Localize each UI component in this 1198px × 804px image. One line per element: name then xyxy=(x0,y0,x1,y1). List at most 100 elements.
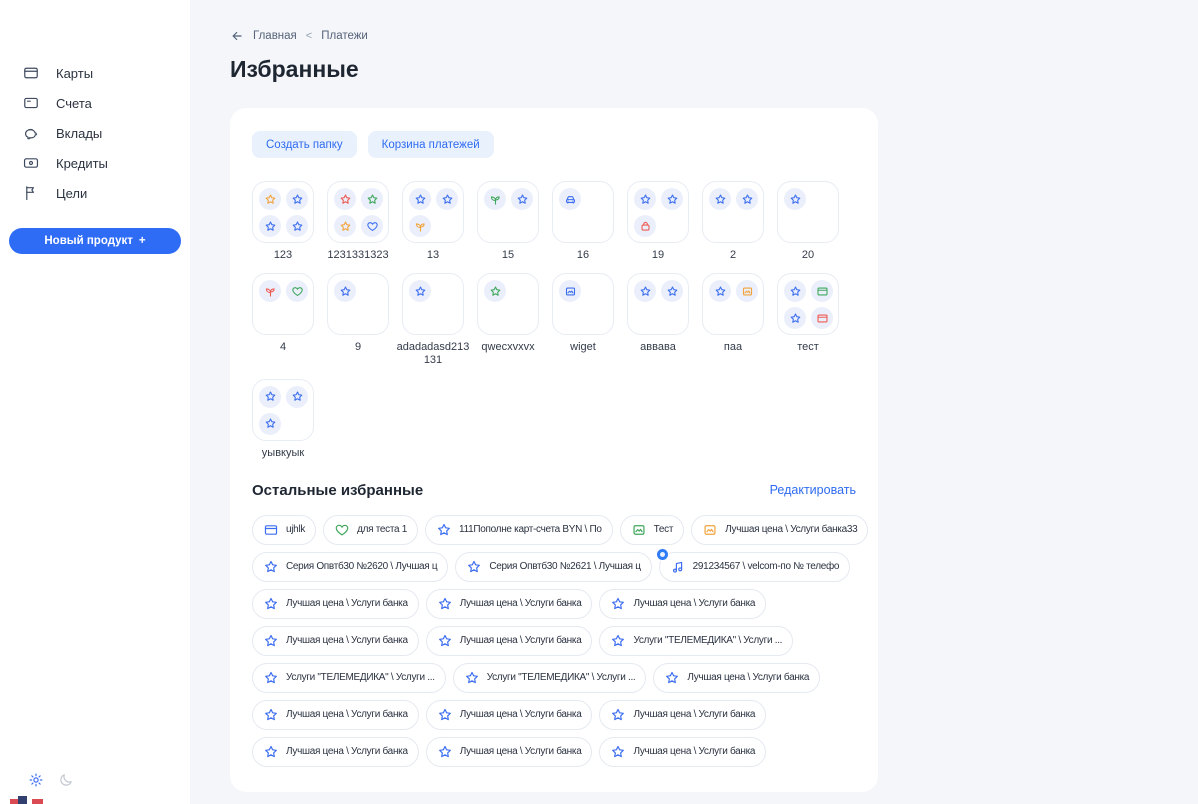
star-icon xyxy=(409,280,431,303)
favorite-label: Лучшая цена \ Услуги банка xyxy=(459,598,582,610)
folder-tile[interactable] xyxy=(477,273,539,336)
favorite-chip[interactable]: Серия Опвтб30 №2621 \ Лучшая ц xyxy=(455,551,652,582)
folder-tile[interactable] xyxy=(477,181,539,243)
folder-cell: 1231331323 xyxy=(327,181,402,262)
folder-name: 4 xyxy=(279,341,287,354)
favorite-label: Лучшая цена \ Услуги банка xyxy=(286,598,408,610)
folder-tile[interactable] xyxy=(777,273,839,336)
favorite-chip[interactable]: Тест xyxy=(619,514,685,545)
partial-logo xyxy=(8,795,50,804)
favorite-chip[interactable]: Лучшая цена \ Услуги банка xyxy=(425,699,593,730)
favorite-label: 291234567 \ velcom-по № телефо xyxy=(692,561,840,573)
favorite-chip[interactable]: Услуги "ТЕЛЕМЕДИКА" \ Услуги ... xyxy=(599,625,794,656)
favorite-label: 111Пополне карт-счета BYN \ По xyxy=(459,524,602,536)
sidebar-item-credits[interactable]: Кредиты xyxy=(0,148,190,178)
star-icon xyxy=(263,633,279,649)
favorite-label: Услуги "ТЕЛЕМЕДИКА" \ Услуги ... xyxy=(633,635,783,647)
folder-tile[interactable] xyxy=(252,273,314,336)
favorite-chip[interactable]: Лучшая цена \ Услуги банка xyxy=(425,625,593,656)
folder-cell: 4 xyxy=(252,273,327,367)
folder-tile[interactable] xyxy=(702,181,764,243)
favorite-chip[interactable]: Лучшая цена \ Услуги банка xyxy=(599,588,767,619)
favorite-chip[interactable]: Лучшая цена \ Услуги банка xyxy=(252,699,419,730)
main-content: Главная < Платежи Избранные Создать папк… xyxy=(190,0,1198,804)
payment-cart-button[interactable]: Корзина платежей xyxy=(367,131,494,158)
folder-name: уывкуык xyxy=(261,446,305,459)
folder-tile[interactable] xyxy=(702,273,764,336)
sidebar-item-cards[interactable]: Карты xyxy=(0,58,190,88)
folder-tile[interactable] xyxy=(627,273,689,336)
star-icon xyxy=(436,188,458,210)
favorite-chip[interactable]: Услуги "ТЕЛЕМЕДИКА" \ Услуги ... xyxy=(252,662,446,693)
favorite-label: для теста 1 xyxy=(357,524,408,536)
star-icon xyxy=(409,188,431,210)
folder-name: 20 xyxy=(801,249,815,261)
breadcrumb: Главная < Платежи xyxy=(230,0,878,43)
folder-tile[interactable] xyxy=(552,273,614,336)
favorite-label: Лучшая цена \ Услуги банка xyxy=(459,709,582,721)
favorite-label: Лучшая цена \ Услуги банка33 xyxy=(725,524,858,536)
folder-tile[interactable] xyxy=(402,273,464,336)
favorite-label: Лучшая цена \ Услуги банка xyxy=(286,709,408,721)
moon-icon[interactable] xyxy=(58,772,74,788)
folders-grid: 123 1231331323 13 15 16 19 2 20 4 9 adadadasd21313… xyxy=(252,181,856,460)
edit-link[interactable]: Редактировать xyxy=(770,483,856,497)
star-icon xyxy=(286,188,308,210)
favorite-chip[interactable]: Лучшая цена \ Услуги банка xyxy=(599,736,767,767)
favorite-chip[interactable]: Лучшая цена \ Услуги банка xyxy=(425,588,593,619)
folder-cell: 19 xyxy=(627,181,702,262)
favorite-chip[interactable]: Лучшая цена \ Услуги банка xyxy=(252,736,419,767)
new-product-button[interactable]: Новый продукт + xyxy=(9,228,181,254)
breadcrumb-home[interactable]: Главная xyxy=(253,30,297,42)
folder-tile[interactable] xyxy=(777,181,839,243)
favorites-row: Лучшая цена \ Услуги банка Лучшая цена \ … xyxy=(252,699,856,730)
folder-name: 1231331323 xyxy=(327,249,389,261)
sidebar-item-goals[interactable]: Цели xyxy=(0,178,190,208)
folder-name: 9 xyxy=(354,341,362,354)
sun-icon[interactable] xyxy=(28,772,44,788)
star-icon xyxy=(263,559,279,575)
folder-tile[interactable] xyxy=(552,181,614,243)
favorite-chip[interactable]: Лучшая цена \ Услуги банка xyxy=(599,699,767,730)
favorites-row: ujhlk для теста 1 111Пополне карт-счета BY… xyxy=(252,514,869,545)
theme-toggle xyxy=(28,772,74,788)
folder-tile[interactable] xyxy=(627,181,689,243)
folder-tile[interactable] xyxy=(327,273,389,336)
favorite-chip[interactable]: Лучшая цена \ Услуги банка xyxy=(425,736,593,767)
favorite-chip[interactable]: Лучшая цена \ Услуги банка xyxy=(653,662,821,693)
favorite-chip[interactable]: для теста 1 xyxy=(323,514,419,545)
star-icon xyxy=(464,670,480,686)
folders-row: уывкуык xyxy=(252,378,856,460)
folder-cell: 13 xyxy=(402,181,477,262)
favorite-chip[interactable]: Серия Опвтб30 №2620 \ Лучшая ц xyxy=(252,551,449,582)
arrow-left-icon[interactable] xyxy=(230,29,244,43)
folder-name: аввава xyxy=(640,341,676,354)
folder-tile[interactable] xyxy=(252,181,314,243)
sidebar-item-accounts[interactable]: Счета xyxy=(0,88,190,118)
favorite-chip[interactable]: 111Пополне карт-счета BYN \ По xyxy=(425,514,613,545)
star-icon xyxy=(334,215,356,237)
sidebar-item-label: Цели xyxy=(56,185,88,201)
favorite-chip[interactable]: Лучшая цена \ Услуги банка33 xyxy=(691,514,869,545)
sidebar-item-deposits[interactable]: Вклады xyxy=(0,118,190,148)
favorite-chip[interactable]: ujhlk xyxy=(252,514,317,545)
favorite-chip[interactable]: Услуги "ТЕЛЕМЕДИКА" \ Услуги ... xyxy=(452,662,647,693)
breadcrumb-payments[interactable]: Платежи xyxy=(321,30,368,42)
favorites-row: Серия Опвтб30 №2620 \ Лучшая ц Серия Опвт… xyxy=(252,547,856,582)
star-icon xyxy=(484,280,506,303)
favorite-chip[interactable]: Лучшая цена \ Услуги банка xyxy=(252,588,419,619)
create-folder-button[interactable]: Создать папку xyxy=(252,131,357,158)
folder-cell: 123 xyxy=(252,181,327,262)
favorites-row: Лучшая цена \ Услуги банка Лучшая цена \ … xyxy=(252,588,856,619)
seedling-icon xyxy=(259,280,281,303)
favorite-chip[interactable]: 291234567 \ velcom-по № телефо xyxy=(655,547,851,582)
banknote-icon xyxy=(22,154,40,172)
folder-tile[interactable] xyxy=(252,378,314,441)
favorites-row: Лучшая цена \ Услуги банка Лучшая цена \ … xyxy=(252,736,856,767)
folder-tile[interactable] xyxy=(327,181,389,243)
sidebar-item-label: Карты xyxy=(56,65,94,81)
piggybank-icon xyxy=(22,124,40,142)
folder-tile[interactable] xyxy=(402,181,464,243)
favorite-chip[interactable]: Лучшая цена \ Услуги банка xyxy=(252,625,419,656)
star-icon xyxy=(661,280,683,303)
